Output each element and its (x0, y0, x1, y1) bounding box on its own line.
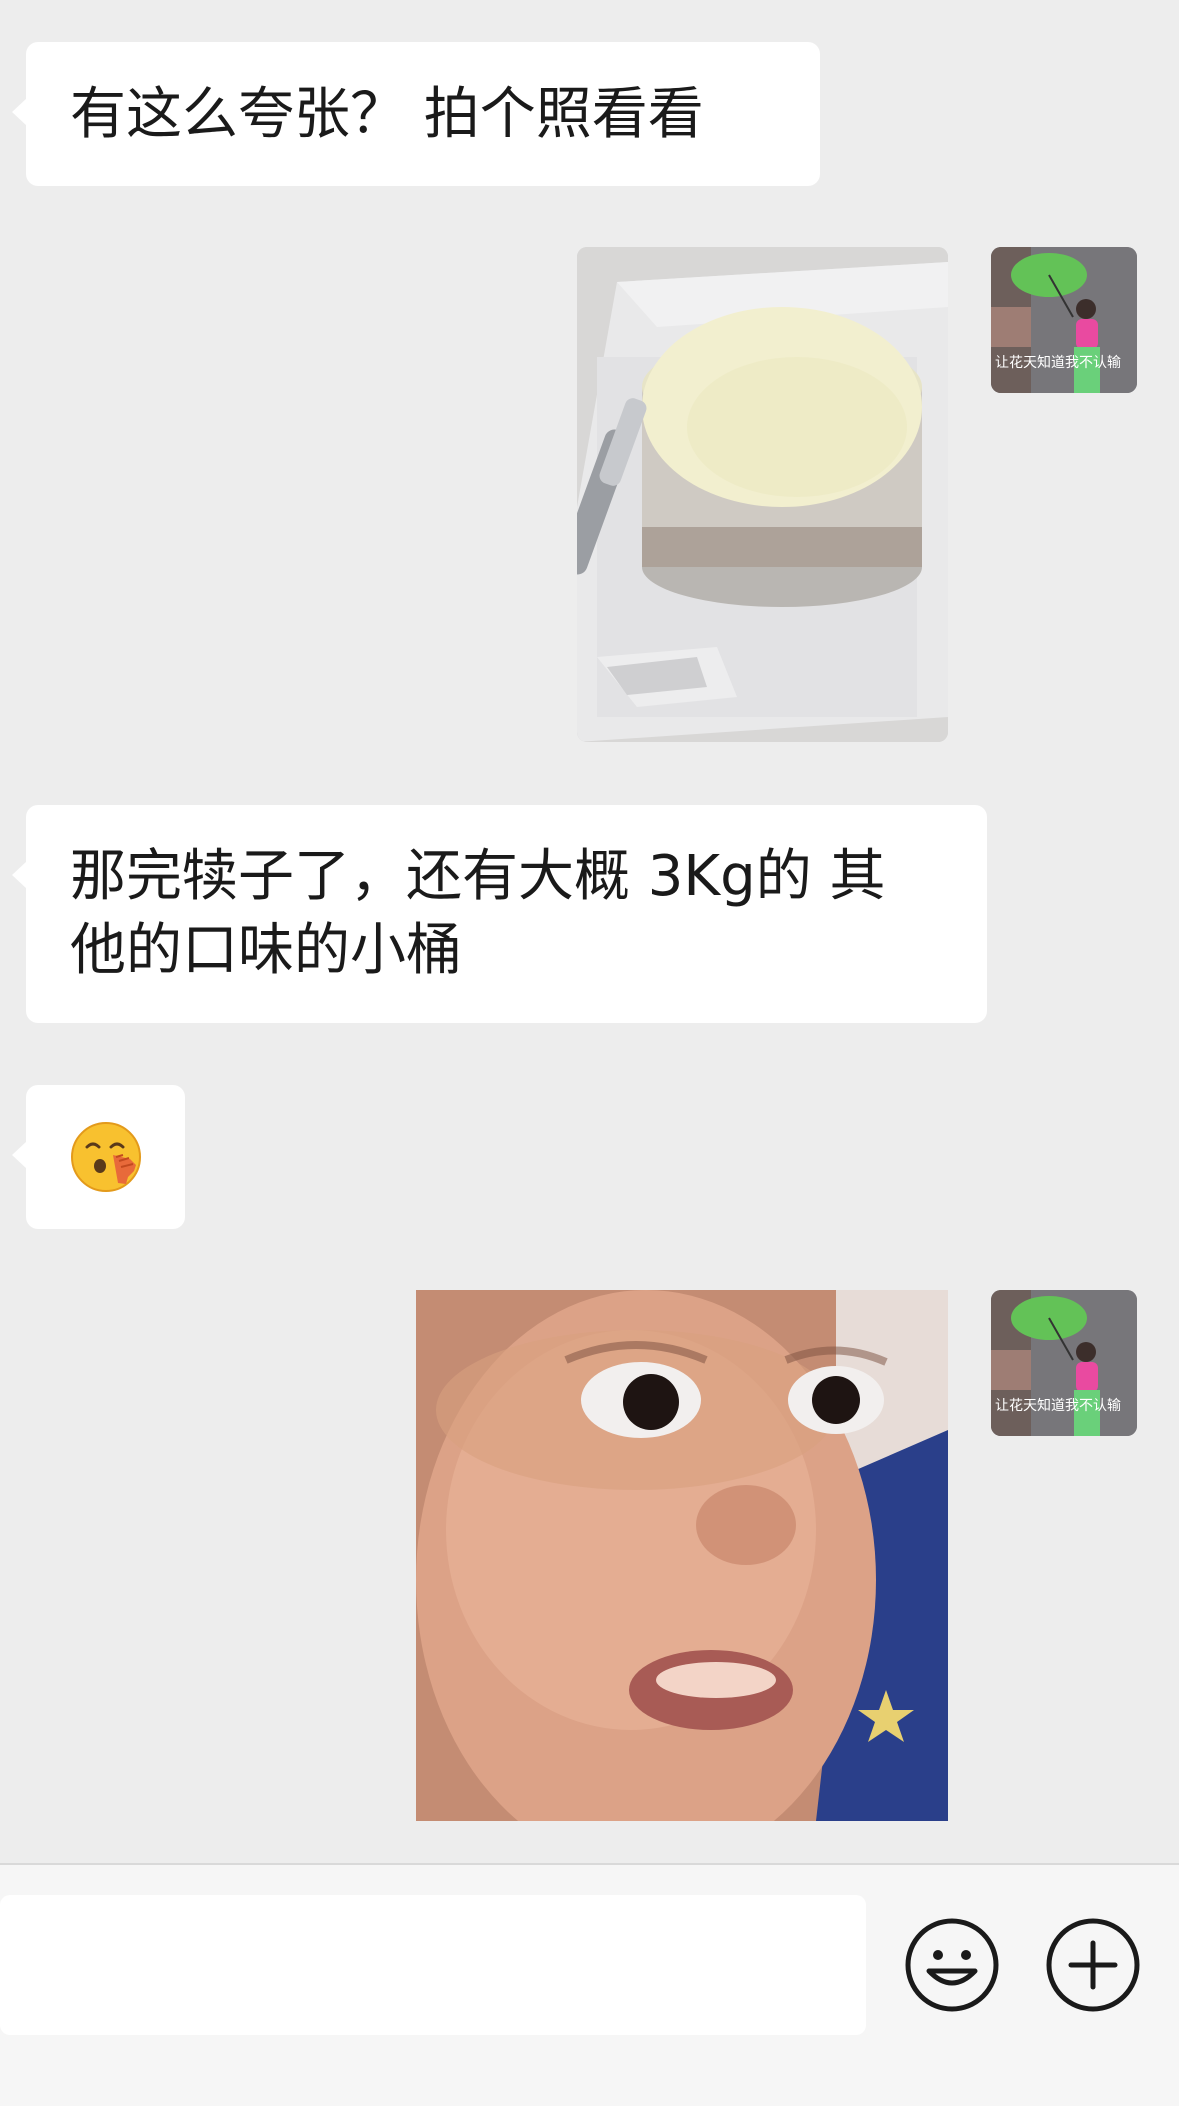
avatar-caption: 让花天知道我不认输 (995, 354, 1121, 371)
message-text: 有这么夸张？ 拍个照看看 (70, 82, 704, 147)
avatar-woman-umbrella-icon: 让花天知道我不认输 (991, 1290, 1137, 1436)
smiley-icon (905, 1918, 999, 2012)
more-button[interactable] (1045, 1917, 1141, 2013)
peeking-face-emoji-icon (71, 1122, 141, 1192)
input-bar (0, 1863, 1179, 2106)
baby-sticker[interactable] (416, 1290, 948, 1821)
message-line: 那完犊子了，还有大概 3Kg的 其 (70, 844, 886, 909)
message-bubble[interactable]: 有这么夸张？ 拍个照看看 (12, 42, 820, 186)
avatar-caption: 让花天知道我不认输 (995, 1397, 1121, 1414)
chat-area: 有这么夸张？ 拍个照看看 让花天知道我不认输 那完犊子了，还有大概 3Kg的 其… (0, 0, 1179, 1863)
message-line: 他的口味的小桶 (70, 918, 462, 983)
surprised-baby-image (416, 1290, 948, 1821)
message-bubble[interactable]: 那完犊子了，还有大概 3Kg的 其 他的口味的小桶 (12, 805, 987, 1023)
plus-icon (1046, 1918, 1140, 2012)
message-bubble[interactable] (12, 1085, 185, 1229)
ice-cream-tub-image (577, 247, 948, 742)
ice-cream-photo[interactable] (577, 247, 948, 742)
emoji-button[interactable] (904, 1917, 1000, 2013)
avatar-woman-umbrella-icon: 让花天知道我不认输 (991, 247, 1137, 393)
avatar[interactable]: 让花天知道我不认输 (991, 1290, 1137, 1436)
message-input[interactable] (0, 1895, 866, 2035)
avatar[interactable]: 让花天知道我不认输 (991, 247, 1137, 393)
